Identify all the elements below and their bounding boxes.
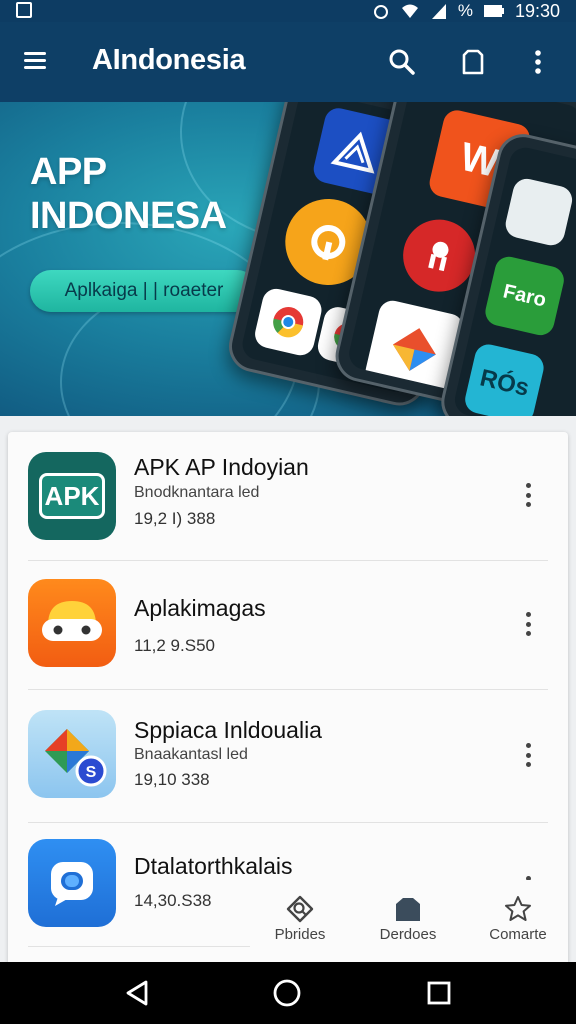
app-title: AIndonesia <box>92 44 246 76</box>
app-meta: 19,10 338 <box>134 770 210 789</box>
back-button[interactable] <box>122 978 152 1008</box>
banner-title-line1: APP <box>30 151 107 193</box>
svg-text:S: S <box>86 764 97 781</box>
list-item[interactable]: Aplakimagas 11,2 9.S50 <box>8 561 568 689</box>
blue-tile-icon: RÓs <box>462 341 547 416</box>
chrome-tile-icon <box>252 286 325 359</box>
green-tile-icon: Faro <box>482 253 567 338</box>
chat-icon <box>28 839 116 927</box>
app-meta: 14,30.S38 <box>134 891 212 910</box>
nav-item-categories[interactable]: Derdoes <box>358 892 458 943</box>
system-navigation-bar <box>0 962 576 1024</box>
bookmark-button[interactable] <box>455 44 491 80</box>
divider <box>28 946 258 947</box>
list-item[interactable]: APK APK AP Indoyian Bnodknantara led 19,… <box>8 432 568 560</box>
bottom-navigation: Pbrides Derdoes Comarte <box>250 880 568 960</box>
app-bar: AIndonesia <box>0 22 576 102</box>
grey-tile-icon <box>502 176 575 249</box>
search-button[interactable] <box>384 44 420 80</box>
list-item[interactable]: S Sppiaca Inldoualia Bnaakantasl led 19,… <box>8 690 568 822</box>
app-name: Aplakimagas <box>134 595 266 621</box>
app-name: Dtalatorthkalais <box>134 853 293 879</box>
status-icons: % 19:30 <box>372 0 560 22</box>
more-vert-icon <box>535 50 541 74</box>
app-developer: Bnaakantasl led <box>134 746 248 763</box>
banner-title-line2: INDONESA <box>30 195 227 237</box>
more-vert-icon[interactable] <box>516 480 540 510</box>
recents-button[interactable] <box>424 978 454 1008</box>
star-icon <box>505 896 531 921</box>
nav-label: Comarte <box>489 926 547 943</box>
banner-cta-button[interactable]: Aplkaiga | | roaeter <box>30 270 258 312</box>
more-vert-icon[interactable] <box>516 609 540 639</box>
battery-percent: % <box>457 1 473 20</box>
home-button[interactable] <box>272 978 302 1008</box>
status-bar: % 19:30 <box>0 0 576 22</box>
nav-label: Pbrides <box>274 926 326 943</box>
bookmark-icon <box>462 49 484 75</box>
battery-icon <box>483 5 504 17</box>
nav-label: Derdoes <box>379 926 437 943</box>
nav-item-favorites[interactable]: Comarte <box>468 892 568 943</box>
app-meta: 19,2 I) 388 <box>134 509 216 528</box>
recents-icon <box>427 981 451 1005</box>
app-developer: Bnodknantara led <box>134 484 260 501</box>
tag-icon <box>396 898 420 921</box>
app-meta: 11,2 9.S50 <box>134 636 215 655</box>
menu-button[interactable] <box>24 48 54 76</box>
more-options-button[interactable] <box>520 44 556 80</box>
signal-icon <box>431 4 446 19</box>
search-icon <box>389 49 415 75</box>
robot-face-icon <box>28 579 116 667</box>
alarm-icon <box>373 5 388 19</box>
promo-banner[interactable]: APP INDONESA Aplkaiga | | roaeter W Faro… <box>0 102 576 416</box>
maps-icon: S <box>28 710 116 798</box>
home-icon <box>273 979 301 1007</box>
wifi-icon <box>401 4 418 18</box>
back-icon <box>126 980 148 1006</box>
nav-item-discover[interactable]: Pbrides <box>250 892 350 943</box>
clock: 19:30 <box>514 0 560 21</box>
app-name: APK AP Indoyian <box>134 454 309 480</box>
apk-icon: APK <box>28 452 116 540</box>
banner-title: APP INDONESA <box>30 150 227 238</box>
screenshot-notification-icon <box>16 2 32 18</box>
more-vert-icon[interactable] <box>516 740 540 770</box>
app-name: Sppiaca Inldoualia <box>134 717 322 743</box>
menu-icon <box>24 52 54 69</box>
discover-icon <box>286 895 314 923</box>
